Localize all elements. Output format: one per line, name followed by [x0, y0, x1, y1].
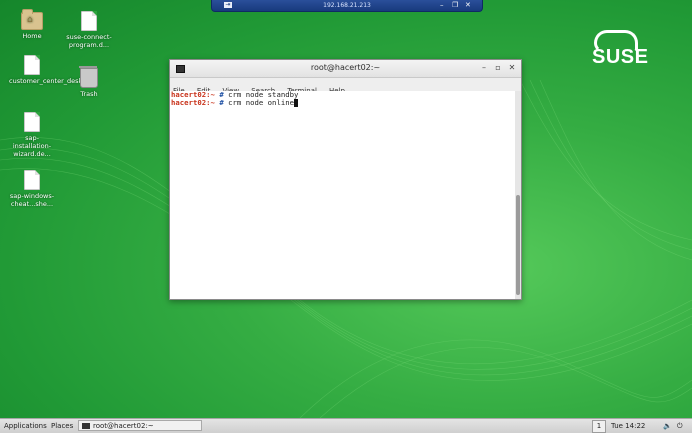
remote-address: 192.168.21.213: [323, 2, 371, 9]
desktop-icon-label: Home: [22, 32, 42, 40]
maximize-icon[interactable]: ▫: [493, 63, 503, 73]
document-icon: [24, 112, 40, 132]
taskbar: Applications Places root@hacert02:~ 1 Tu…: [0, 418, 692, 433]
taskbar-window-button[interactable]: root@hacert02:~: [78, 420, 202, 431]
desktop-icon-label: sap-installation-wizard.de...: [12, 134, 52, 158]
workspace-switcher[interactable]: 1: [592, 420, 606, 433]
terminal-window[interactable]: root@hacert02:~ – ▫ ✕ File Edit View Sea…: [169, 59, 522, 300]
restore-icon[interactable]: ❐: [452, 0, 458, 11]
terminal-titlebar[interactable]: root@hacert02:~ – ▫ ✕: [170, 60, 521, 78]
minimize-icon[interactable]: –: [440, 0, 444, 11]
desktop-icon-label: suse-connect-program.d...: [66, 33, 112, 49]
text-cursor: [294, 99, 299, 107]
terminal-output[interactable]: hacert02:~ # crm node standby hacert02:~…: [170, 91, 515, 299]
suse-logo: SUSE: [592, 46, 649, 68]
taskbar-window-label: root@hacert02:~: [93, 422, 154, 430]
prompt-host: hacert02:~: [171, 98, 215, 107]
terminal-line: hacert02:~ # crm node online: [170, 99, 515, 107]
terminal-app-icon: [82, 423, 90, 429]
terminal-scrollbar[interactable]: [515, 91, 521, 299]
trash-icon: [79, 66, 98, 88]
desktop-icon-customer-center[interactable]: customer_center_desktop: [9, 55, 93, 85]
desktop-icon-label: sap-windows-cheat...she...: [9, 192, 55, 208]
applications-menu[interactable]: Applications: [4, 419, 47, 433]
desktop-icon-trash[interactable]: Trash: [66, 66, 112, 98]
window-title: root@hacert02:~: [310, 63, 381, 72]
command-text: crm node online: [223, 98, 295, 107]
scrollbar-thumb[interactable]: [516, 195, 520, 295]
desktop-icon-sap-installation[interactable]: sap-installation-wizard.de...: [9, 112, 55, 158]
places-menu[interactable]: Places: [51, 419, 73, 433]
desktop-icon-suse-connect[interactable]: suse-connect-program.d...: [66, 11, 112, 49]
document-icon: [24, 170, 40, 190]
prompt-symbol: #: [214, 98, 224, 107]
document-icon: [24, 55, 40, 75]
clock[interactable]: Tue 14:22: [611, 419, 645, 433]
home-folder-icon: ⌂: [21, 9, 43, 30]
close-icon[interactable]: ✕: [507, 63, 517, 73]
minimize-icon[interactable]: –: [479, 63, 489, 73]
remote-session-bar[interactable]: ⇥ 192.168.21.213 – ❐ ✕: [211, 0, 483, 12]
document-icon: [81, 11, 97, 31]
close-icon[interactable]: ✕: [465, 0, 471, 11]
volume-icon[interactable]: 🔈: [663, 419, 672, 433]
power-icon[interactable]: ⏻: [677, 419, 683, 433]
desktop-icon-label: Trash: [80, 90, 98, 98]
desktop-icon-home[interactable]: ⌂ Home: [9, 9, 55, 40]
pin-icon[interactable]: ⇥: [224, 2, 232, 8]
desktop-icon-sap-windows[interactable]: sap-windows-cheat...she...: [9, 170, 55, 208]
